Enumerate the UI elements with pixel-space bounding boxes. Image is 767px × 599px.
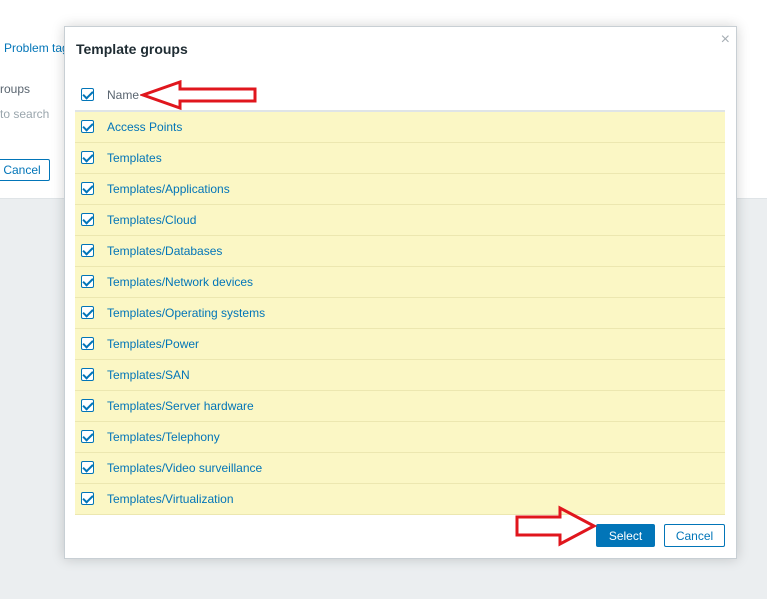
list-item[interactable]: Templates/Operating systems [75, 298, 725, 329]
row-checkbox[interactable] [81, 368, 94, 381]
list-item[interactable]: Templates/Telephony [75, 422, 725, 453]
list-item[interactable]: Templates [75, 143, 725, 174]
background-cancel-button[interactable]: Cancel [0, 159, 50, 181]
template-group-list: Access Points Templates Templates/Applicat… [75, 112, 725, 515]
row-checkbox[interactable] [81, 244, 94, 257]
group-name-link[interactable]: Templates/Video surveillance [107, 461, 262, 475]
group-name-link[interactable]: Templates/Operating systems [107, 306, 265, 320]
annotation-arrow-left-icon [140, 80, 257, 111]
group-name-link[interactable]: Templates/SAN [107, 368, 190, 382]
list-item[interactable]: Templates/Server hardware [75, 391, 725, 422]
group-name-link[interactable]: Templates/Virtualization [107, 492, 234, 506]
row-checkbox[interactable] [81, 120, 94, 133]
group-name-link[interactable]: Templates [107, 151, 162, 165]
list-item[interactable]: Templates/Network devices [75, 267, 725, 298]
search-field-placeholder[interactable]: to search [0, 107, 49, 121]
group-name-link[interactable]: Templates/Telephony [107, 430, 220, 444]
row-checkbox[interactable] [81, 399, 94, 412]
group-name-link[interactable]: Templates/Databases [107, 244, 222, 258]
row-checkbox[interactable] [81, 337, 94, 350]
group-name-link[interactable]: Templates/Server hardware [107, 399, 254, 413]
dialog-title: Template groups [76, 41, 188, 57]
row-checkbox[interactable] [81, 492, 94, 505]
list-item[interactable]: Templates/Applications [75, 174, 725, 205]
list-item[interactable]: Templates/SAN [75, 360, 725, 391]
group-name-link[interactable]: Templates/Applications [107, 182, 230, 196]
group-name-link[interactable]: Templates/Power [107, 337, 199, 351]
group-name-link[interactable]: Access Points [107, 120, 182, 134]
top-bar [0, 0, 767, 22]
close-icon[interactable]: × [721, 31, 730, 49]
annotation-arrow-right-icon [515, 505, 598, 547]
tab-problem-tags[interactable]: Problem tag [4, 41, 69, 55]
group-name-link[interactable]: Templates/Cloud [107, 213, 196, 227]
row-checkbox[interactable] [81, 430, 94, 443]
list-item[interactable]: Access Points [75, 112, 725, 143]
list-item[interactable]: Templates/Video surveillance [75, 453, 725, 484]
select-all-checkbox[interactable] [81, 88, 94, 101]
row-checkbox[interactable] [81, 182, 94, 195]
list-item[interactable]: Templates/Cloud [75, 205, 725, 236]
group-name-link[interactable]: Templates/Network devices [107, 275, 253, 289]
row-checkbox[interactable] [81, 151, 94, 164]
cancel-button[interactable]: Cancel [664, 524, 725, 547]
name-column-header[interactable]: Name [107, 88, 139, 102]
row-checkbox[interactable] [81, 275, 94, 288]
select-button[interactable]: Select [596, 524, 655, 547]
list-item[interactable]: Templates/Databases [75, 236, 725, 267]
row-checkbox[interactable] [81, 213, 94, 226]
list-item[interactable]: Templates/Virtualization [75, 484, 725, 515]
row-checkbox[interactable] [81, 306, 94, 319]
list-item[interactable]: Templates/Power [75, 329, 725, 360]
row-checkbox[interactable] [81, 461, 94, 474]
template-groups-field-label: roups [0, 82, 31, 96]
